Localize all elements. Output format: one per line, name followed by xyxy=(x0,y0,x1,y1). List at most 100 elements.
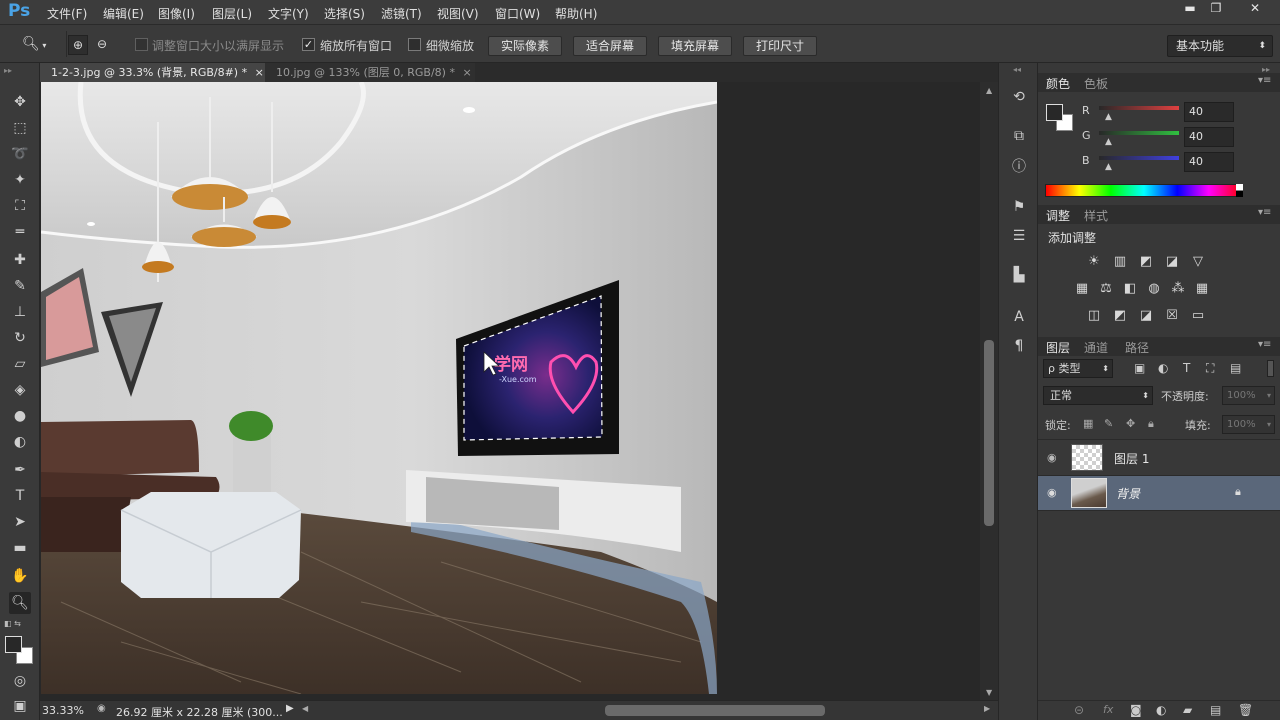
collapse-tools-icon[interactable]: ▸▸ xyxy=(4,66,12,75)
channel-r-slider[interactable] xyxy=(1099,106,1179,110)
panel-menu-icon[interactable]: ▾≡ xyxy=(1258,75,1271,86)
rectangle-tool-icon[interactable]: ▬ xyxy=(9,537,31,559)
menu-select[interactable]: 选择(S) xyxy=(324,5,365,22)
color-lookup-icon[interactable]: ▦ xyxy=(1194,282,1210,296)
pen-tool-icon[interactable]: ✒ xyxy=(9,459,31,481)
resize-windows-checkbox[interactable] xyxy=(135,38,148,51)
layer-comps-icon[interactable]: ⧉ xyxy=(1009,126,1029,146)
color-balance-icon[interactable]: ⚖ xyxy=(1098,282,1114,296)
paint-bucket-tool-icon[interactable]: ◈ xyxy=(9,379,31,401)
zoom-tool-preset-icon[interactable]: 🔍︎ ▾ xyxy=(22,36,52,54)
scroll-up-icon[interactable]: ▲ xyxy=(986,86,992,95)
foreground-color-swatch[interactable] xyxy=(5,636,22,653)
layer-name[interactable]: 背景 xyxy=(1116,485,1140,502)
filter-adjustment-icon[interactable]: ◐ xyxy=(1158,361,1168,375)
lock-transparent-icon[interactable]: ▦ xyxy=(1083,417,1093,430)
filter-smart-object-icon[interactable]: ▤ xyxy=(1230,361,1241,375)
clone-source-icon[interactable]: ▙ xyxy=(1009,265,1029,285)
channel-b-handle-icon[interactable]: ▲ xyxy=(1105,162,1112,172)
layer-name[interactable]: 图层 1 xyxy=(1114,450,1149,467)
default-colors-icon[interactable]: ◧ ⇆ xyxy=(4,619,21,628)
move-tool-icon[interactable]: ✥ xyxy=(9,91,31,113)
lock-all-icon[interactable]: 🔒︎ xyxy=(1148,417,1154,431)
brightness-contrast-icon[interactable]: ☀ xyxy=(1086,255,1102,269)
workspace-select[interactable]: 基本功能 ⬍ xyxy=(1167,35,1273,57)
filter-toggle[interactable] xyxy=(1267,360,1274,377)
channel-b-value[interactable]: 40 xyxy=(1184,152,1234,172)
invert-icon[interactable]: ◫ xyxy=(1086,309,1102,323)
blend-mode-select[interactable]: 正常 ⬍ xyxy=(1043,386,1153,405)
new-adjustment-layer-icon[interactable]: ◐ xyxy=(1156,703,1166,717)
new-group-icon[interactable]: ▰ xyxy=(1183,703,1192,717)
photo-filter-icon[interactable]: ◍ xyxy=(1146,282,1162,296)
document-canvas[interactable]: 学网 -Xue.com xyxy=(41,82,717,694)
layer-row-background[interactable]: ◉ 背景 🔒︎ xyxy=(1038,476,1280,511)
threshold-icon[interactable]: ◪ xyxy=(1138,309,1154,323)
channel-r-value[interactable]: 40 xyxy=(1184,102,1234,122)
hue-saturation-icon[interactable]: ▦ xyxy=(1074,282,1090,296)
menu-window[interactable]: 窗口(W) xyxy=(495,5,540,22)
info-panel-icon[interactable]: ⓘ xyxy=(1009,157,1029,177)
fill-screen-button[interactable]: 填充屏幕 xyxy=(658,36,732,56)
tab-swatches[interactable]: 色板 xyxy=(1084,75,1108,92)
tab-layers[interactable]: 图层 xyxy=(1046,339,1070,356)
vertical-scroll-thumb[interactable] xyxy=(984,340,994,526)
layer-style-icon[interactable]: fx xyxy=(1103,703,1113,716)
tab-color[interactable]: 颜色 xyxy=(1046,75,1070,92)
tab-styles[interactable]: 样式 xyxy=(1084,207,1108,224)
color-fg-swatch[interactable] xyxy=(1046,104,1063,121)
hscroll-right-icon[interactable]: ▶ xyxy=(984,704,990,713)
hand-tool-icon[interactable]: ✋ xyxy=(9,565,31,587)
healing-brush-tool-icon[interactable]: ✚ xyxy=(9,249,31,271)
tab-channels[interactable]: 通道 xyxy=(1084,339,1108,356)
magic-wand-tool-icon[interactable]: ✦ xyxy=(9,169,31,191)
eraser-tool-icon[interactable]: ▱ xyxy=(9,353,31,375)
exposure-icon[interactable]: ◪ xyxy=(1164,255,1180,269)
paragraph-panel-icon[interactable]: ¶ xyxy=(1009,336,1029,356)
dock-collapse-icon[interactable]: ◂◂ xyxy=(1013,65,1021,74)
zoom-tool-icon[interactable]: 🔍︎ xyxy=(9,592,31,614)
screen-mode-icon[interactable]: ▣ xyxy=(9,695,31,717)
filter-pixel-icon[interactable]: ▣ xyxy=(1134,361,1145,375)
quick-mask-icon[interactable]: ◎ xyxy=(9,670,31,692)
panel-menu-icon[interactable]: ▾≡ xyxy=(1258,207,1271,218)
delete-layer-icon[interactable]: 🗑︎ xyxy=(1238,703,1253,717)
print-size-button[interactable]: 打印尺寸 xyxy=(743,36,817,56)
menu-help[interactable]: 帮助(H) xyxy=(555,5,597,22)
tab-adjustments[interactable]: 调整 xyxy=(1046,207,1070,224)
black-white-icon[interactable]: ◧ xyxy=(1122,282,1138,296)
zoom-out-icon[interactable]: ⊖ xyxy=(92,35,112,55)
levels-icon[interactable]: ▥ xyxy=(1112,255,1128,269)
filter-type-icon[interactable]: T xyxy=(1183,361,1190,375)
color-spectrum-bar[interactable] xyxy=(1045,184,1243,197)
menu-layer[interactable]: 图层(L) xyxy=(212,5,252,22)
hscroll-left-icon[interactable]: ◀ xyxy=(302,704,308,713)
filter-shape-icon[interactable]: ⛶ xyxy=(1206,361,1214,376)
brush-presets-icon[interactable]: ⚑ xyxy=(1009,197,1029,217)
tab-document-1[interactable]: 1-2-3.jpg @ 33.3% (背景, RGB/8#) * × xyxy=(40,63,265,82)
lasso-tool-icon[interactable]: ➰ xyxy=(9,143,31,165)
scroll-down-icon[interactable]: ▼ xyxy=(986,688,992,697)
menu-type[interactable]: 文字(Y) xyxy=(268,5,309,22)
posterize-icon[interactable]: ◩ xyxy=(1112,309,1128,323)
type-tool-icon[interactable]: T xyxy=(9,485,31,507)
fill-input[interactable]: 100% ▾ xyxy=(1222,415,1275,434)
gradient-map-icon[interactable]: ▭ xyxy=(1190,309,1206,323)
zoom-in-icon[interactable]: ⊕ xyxy=(68,35,88,55)
opacity-input[interactable]: 100% ▾ xyxy=(1222,386,1275,405)
minimize-button[interactable]: ▬ xyxy=(1177,0,1203,17)
path-selection-tool-icon[interactable]: ➤ xyxy=(9,511,31,533)
horizontal-scroll-thumb[interactable] xyxy=(605,705,825,716)
history-brush-tool-icon[interactable]: ↻ xyxy=(9,327,31,349)
channel-g-value[interactable]: 40 xyxy=(1184,127,1234,147)
vertical-scrollbar[interactable]: ▲ ▼ xyxy=(980,82,998,700)
channel-g-slider[interactable] xyxy=(1099,131,1179,135)
curves-icon[interactable]: ◩ xyxy=(1138,255,1154,269)
restore-button[interactable]: ❐ xyxy=(1203,0,1229,17)
panel-menu-icon[interactable]: ▾≡ xyxy=(1258,339,1271,350)
tab-document-2[interactable]: 10.jpg @ 133% (图层 0, RGB/8) * × xyxy=(265,63,475,82)
menu-view[interactable]: 视图(V) xyxy=(437,5,479,22)
history-panel-icon[interactable]: ⟲ xyxy=(1009,87,1029,107)
black-white-ramp[interactable] xyxy=(1236,184,1243,197)
layer-row-1[interactable]: ◉ 图层 1 xyxy=(1038,441,1280,476)
